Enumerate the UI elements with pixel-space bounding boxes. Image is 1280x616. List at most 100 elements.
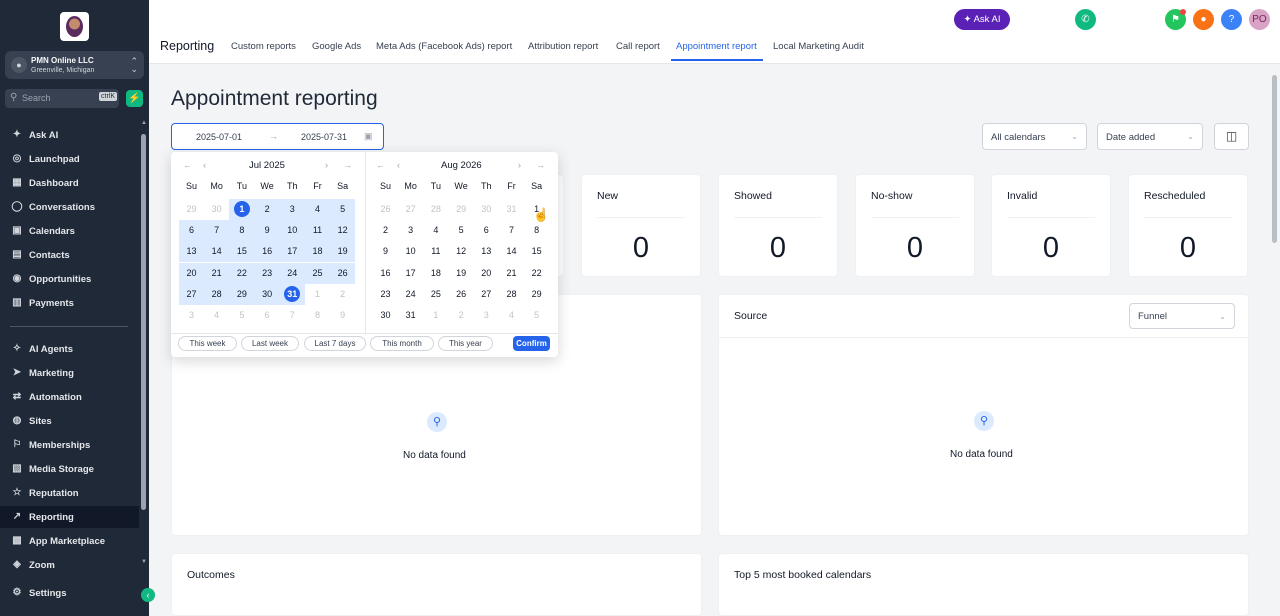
calendar-day[interactable]: 8 — [524, 220, 549, 241]
quick-range-this-week[interactable]: This week — [178, 336, 237, 351]
sidebar-item-marketing[interactable]: ➤ Marketing — [0, 362, 139, 384]
help-button[interactable]: ? — [1221, 9, 1242, 30]
calendar-day[interactable]: 9 — [255, 220, 280, 241]
tab-google-ads[interactable]: Google Ads — [312, 41, 361, 52]
calendar-day[interactable]: 26 — [330, 263, 355, 284]
calendars-select[interactable]: All calendars ⌄ — [982, 123, 1087, 150]
quick-range-last-week[interactable]: Last week — [241, 336, 299, 351]
calendar-day[interactable]: 29 — [179, 199, 204, 220]
quick-range-last-7-days[interactable]: Last 7 days — [304, 336, 366, 351]
tab-appointment-report[interactable]: Appointment report — [676, 41, 757, 52]
calendar-day[interactable]: 2 — [373, 220, 398, 241]
sidebar-item-automation[interactable]: ⇄ Automation — [0, 386, 139, 408]
calendar-day[interactable]: 18 — [423, 263, 448, 284]
calendar-day[interactable]: 2 — [255, 199, 280, 220]
calendar-day[interactable]: 12 — [330, 220, 355, 241]
calendar-day[interactable]: 28 — [204, 284, 229, 305]
calendar-day[interactable]: 3 — [280, 199, 305, 220]
sidebar-item-conversations[interactable]: ◯ Conversations — [0, 196, 139, 218]
calendar-day[interactable]: 29 — [524, 284, 549, 305]
next-year-icon[interactable]: → — [536, 160, 545, 170]
sidebar-item-contacts[interactable]: ▤ Contacts — [0, 244, 139, 266]
sidebar-item-zoom[interactable]: ◈ Zoom — [0, 554, 139, 576]
calendar-day[interactable]: 13 — [474, 241, 499, 262]
calendar-day[interactable]: 25 — [305, 263, 330, 284]
prev-year-icon[interactable]: ← — [183, 160, 192, 170]
tab-call-report[interactable]: Call report — [616, 41, 660, 52]
calendar-day[interactable]: 31 — [398, 305, 423, 326]
calendar-day[interactable]: 10 — [398, 241, 423, 262]
calendar-day[interactable]: 25 — [423, 284, 448, 305]
calendar-day[interactable]: 26 — [449, 284, 474, 305]
calendar-day[interactable]: 14 — [499, 241, 524, 262]
sidebar-item-ask-ai[interactable]: ✦ Ask AI — [0, 124, 139, 146]
confirm-button[interactable]: Confirm — [513, 336, 550, 351]
tab-meta-ads[interactable]: Meta Ads (Facebook Ads) report — [376, 41, 512, 52]
calendar-day[interactable]: 27 — [179, 284, 204, 305]
search-input[interactable]: ⚲ Search ctrlK — [5, 89, 119, 108]
sidebar-item-sites[interactable]: ◍ Sites — [0, 410, 139, 432]
calendar-day[interactable]: 26 — [373, 199, 398, 220]
company-logo[interactable] — [60, 12, 89, 41]
calendar-day[interactable]: 17 — [280, 241, 305, 262]
calendar-day[interactable]: 24 — [280, 263, 305, 284]
tab-custom-reports[interactable]: Custom reports — [231, 41, 296, 52]
calendar-day[interactable]: 20 — [474, 263, 499, 284]
calendar-day[interactable]: 23 — [255, 263, 280, 284]
prev-month-icon[interactable]: ‹ — [203, 160, 206, 170]
calendar-day[interactable]: 15 — [229, 241, 254, 262]
prev-month-icon[interactable]: ‹ — [397, 160, 400, 170]
calendar-day[interactable]: 7 — [280, 305, 305, 326]
selected-day[interactable]: 1 — [229, 199, 254, 220]
ask-ai-button[interactable]: ✦ Ask AI — [954, 9, 1010, 30]
quick-range-this-year[interactable]: This year — [438, 336, 493, 351]
next-month-icon[interactable]: › — [325, 160, 328, 170]
main-scrollbar[interactable] — [1272, 75, 1277, 243]
calendar-day[interactable]: 27 — [474, 284, 499, 305]
calendar-day[interactable]: 2 — [449, 305, 474, 326]
calendar-day[interactable]: 27 — [398, 199, 423, 220]
calendar-day[interactable]: 6 — [255, 305, 280, 326]
calendar-day[interactable]: 10 — [280, 220, 305, 241]
calendar-day[interactable]: 21 — [204, 263, 229, 284]
user-avatar[interactable]: PO — [1249, 9, 1270, 30]
calendar-day[interactable]: 21 — [499, 263, 524, 284]
calendar-day[interactable]: 17 — [398, 263, 423, 284]
selected-day[interactable]: 31 — [280, 284, 305, 305]
source-type-select[interactable]: Funnel ⌄ — [1129, 303, 1235, 329]
sidebar-item-payments[interactable]: ▥ Payments — [0, 292, 139, 314]
calendar-day[interactable]: 3 — [179, 305, 204, 326]
calendar-day[interactable]: 19 — [449, 263, 474, 284]
sidebar-item-app-marketplace[interactable]: ▩ App Marketplace — [0, 530, 139, 552]
tab-attribution-report[interactable]: Attribution report — [528, 41, 598, 52]
calendar-day[interactable]: 30 — [255, 284, 280, 305]
calendar-day[interactable]: 3 — [474, 305, 499, 326]
tab-local-marketing-audit[interactable]: Local Marketing Audit — [773, 41, 864, 52]
sidebar-scrollbar[interactable] — [141, 134, 146, 510]
calendar-day[interactable]: 30 — [204, 199, 229, 220]
calendar-day[interactable]: 2 — [330, 284, 355, 305]
calendar-day[interactable]: 16 — [373, 263, 398, 284]
calendar-day[interactable]: 18 — [305, 241, 330, 262]
right-month-title[interactable]: Aug 2026 — [441, 160, 482, 171]
collapse-sidebar-button[interactable]: ‹ — [141, 588, 155, 602]
calendar-day[interactable]: 13 — [179, 241, 204, 262]
calendar-day[interactable]: 28 — [423, 199, 448, 220]
calendar-day[interactable]: 4 — [204, 305, 229, 326]
calendar-day[interactable]: 11 — [305, 220, 330, 241]
sidebar-item-launchpad[interactable]: ◎ Launchpad — [0, 148, 139, 170]
calendar-day[interactable]: 12 — [449, 241, 474, 262]
calendar-day[interactable]: 29 — [229, 284, 254, 305]
calendar-day[interactable]: 6 — [179, 220, 204, 241]
layout-toggle-button[interactable]: ◫ — [1214, 123, 1249, 150]
sidebar-item-calendars[interactable]: ▣ Calendars — [0, 220, 139, 242]
calendar-day[interactable]: 15 — [524, 241, 549, 262]
calendar-day[interactable]: 23 — [373, 284, 398, 305]
prev-year-icon[interactable]: ← — [376, 160, 385, 170]
calendar-day[interactable]: 1 — [423, 305, 448, 326]
calendar-day[interactable]: 24 — [398, 284, 423, 305]
calendar-day[interactable]: 7 — [204, 220, 229, 241]
sidebar-item-media-storage[interactable]: ▧ Media Storage — [0, 458, 139, 480]
calendar-day[interactable]: 29 — [449, 199, 474, 220]
calendar-day[interactable]: 4 — [305, 199, 330, 220]
